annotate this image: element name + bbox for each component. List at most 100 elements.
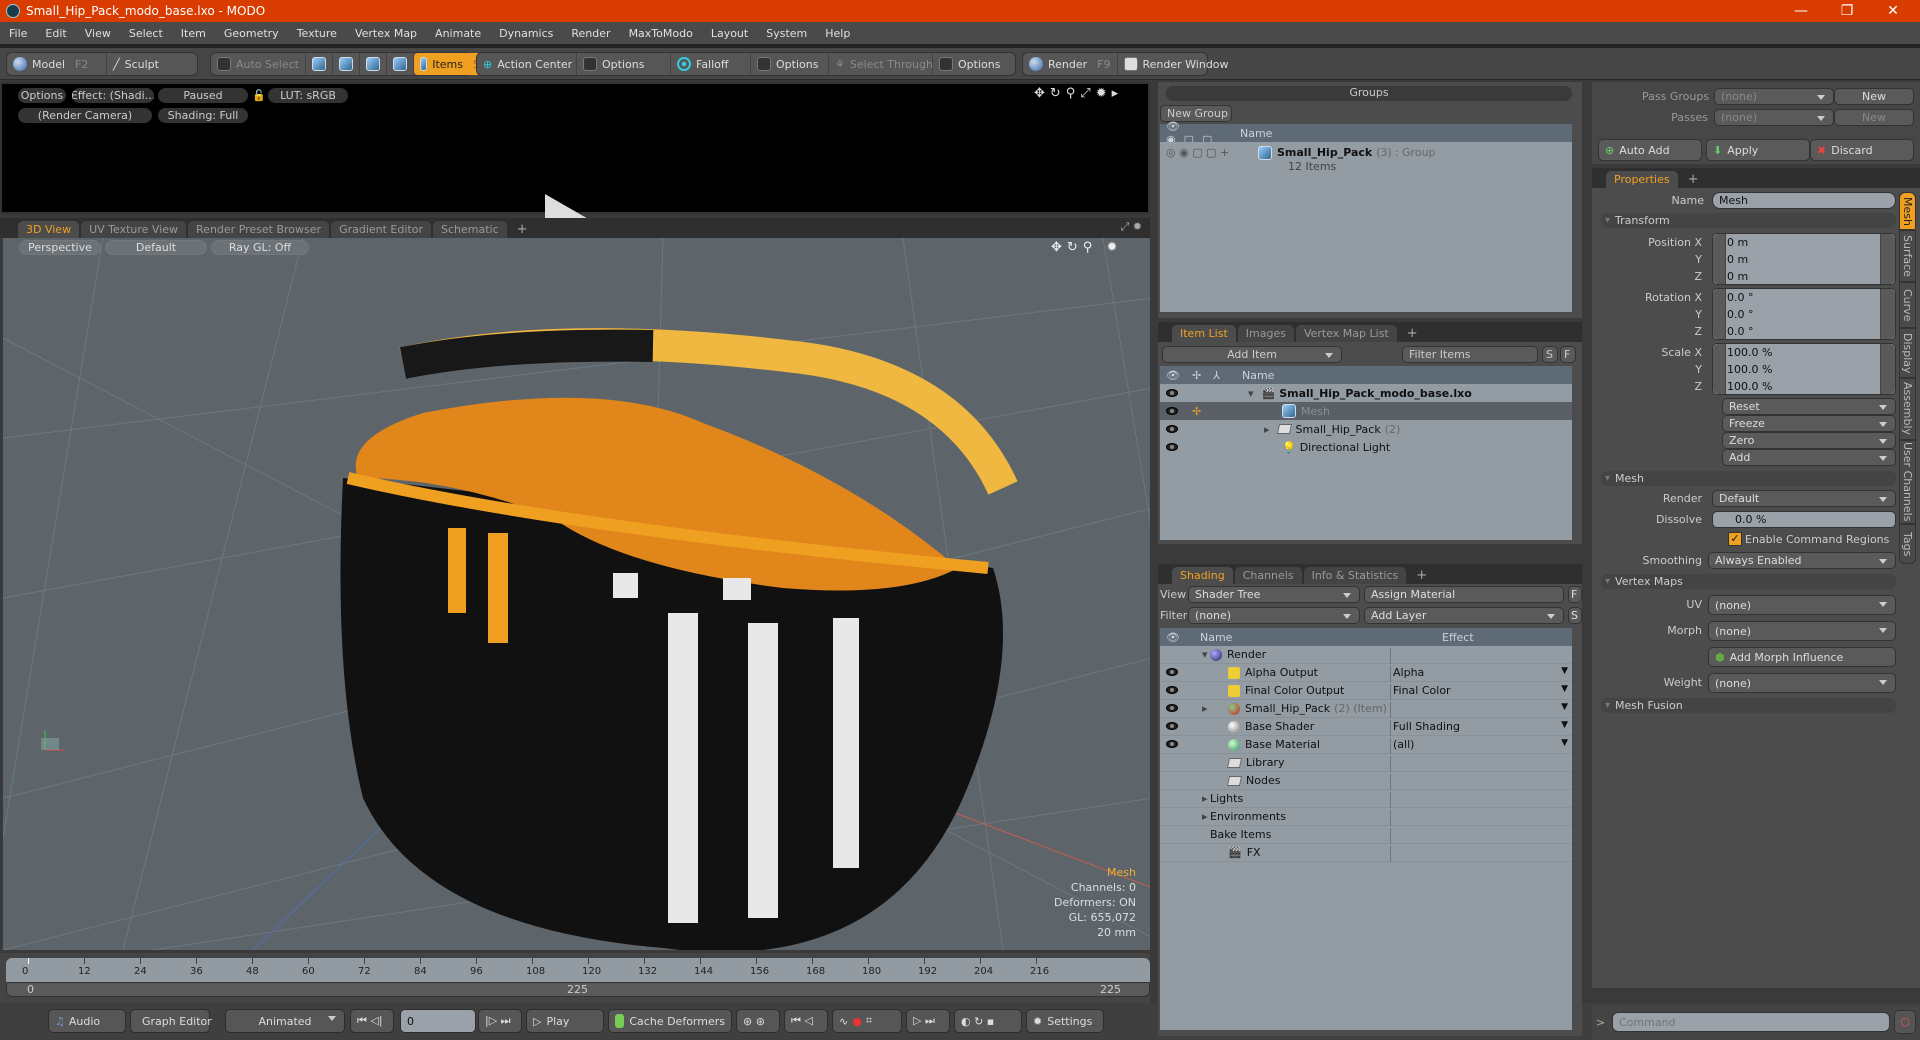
- add-tab-button[interactable]: +: [509, 221, 536, 238]
- expand-icon[interactable]: ▸: [1196, 702, 1228, 715]
- tab-channels[interactable]: Channels: [1234, 567, 1302, 584]
- shading-dropdown[interactable]: Shading: Full: [158, 108, 248, 123]
- freeze-dropdown[interactable]: Freeze: [1722, 415, 1896, 432]
- menu-animate[interactable]: Animate: [426, 27, 490, 40]
- item-row[interactable]: 💡 Directional Light: [1160, 438, 1572, 456]
- action-center-options-button[interactable]: Options: [577, 53, 671, 75]
- side-tab-display[interactable]: Display: [1899, 328, 1916, 378]
- item-row[interactable]: ▾ 🎬 Small_Hip_Pack_modo_base.lxo: [1160, 384, 1572, 402]
- uv-dropdown[interactable]: (none): [1708, 595, 1896, 615]
- group-row[interactable]: ◎ ◉ ▢ ▢ + Small_Hip_Pack (3) : Group: [1160, 142, 1572, 312]
- chevron-down-icon[interactable]: ▼: [1561, 702, 1568, 712]
- menu-view[interactable]: View: [76, 27, 120, 40]
- side-tab-assembly[interactable]: Assembly: [1899, 378, 1916, 440]
- vertices-mode-button[interactable]: [306, 53, 333, 75]
- timeline-ruler[interactable]: 0 12 24 36 48 60 72 84 96 108 120 132 144 156 168 180 19…: [6, 958, 1150, 982]
- expand-icon[interactable]: ▸: [1196, 792, 1210, 805]
- expand-icon[interactable]: ▾: [1196, 648, 1210, 661]
- effect-dropdown[interactable]: Alpha: [1390, 666, 1572, 682]
- filter-items-input[interactable]: Filter Items: [1402, 346, 1538, 363]
- add-tab-button[interactable]: +: [1408, 567, 1435, 584]
- key-buttons[interactable]: ⊛ ⊛: [736, 1009, 780, 1033]
- scale-y-input[interactable]: 100.0 %: [1727, 361, 1772, 378]
- group-row-toggles[interactable]: ◎ ◉ ▢ ▢ +: [1160, 146, 1258, 159]
- visibility-toggle[interactable]: [1160, 738, 1196, 751]
- record-icon[interactable]: ●: [852, 1015, 862, 1028]
- chevron-down-icon[interactable]: ▼: [1561, 720, 1568, 730]
- restore-button[interactable]: ❐: [1824, 0, 1870, 22]
- effect-dropdown[interactable]: (all): [1390, 738, 1572, 754]
- side-tab-user-channels[interactable]: User Channels: [1899, 440, 1916, 524]
- visibility-toggle[interactable]: ✢: [1160, 405, 1242, 418]
- tab-properties[interactable]: Properties: [1606, 171, 1678, 188]
- shader-row[interactable]: ▸ Environments: [1160, 808, 1572, 826]
- shader-row[interactable]: ▸ Lights: [1160, 790, 1572, 808]
- side-tab-mesh[interactable]: Mesh: [1899, 192, 1916, 230]
- chevron-down-icon[interactable]: ▼: [1561, 738, 1568, 748]
- frame-input[interactable]: 0: [400, 1009, 476, 1033]
- tab-3d-view[interactable]: 3D View: [18, 221, 80, 238]
- play-button[interactable]: ▷ Play: [526, 1009, 604, 1033]
- visibility-toggle[interactable]: [1160, 423, 1242, 436]
- menu-dynamics[interactable]: Dynamics: [490, 27, 562, 40]
- weight-dropdown[interactable]: (none): [1708, 673, 1896, 693]
- expand-icon[interactable]: ▸: [1264, 423, 1270, 436]
- sculpt-mode-button[interactable]: ╱ Sculpt: [107, 53, 165, 75]
- effect-dropdown[interactable]: Full Shading: [1390, 720, 1572, 736]
- 3d-viewport[interactable]: Perspective Default Ray GL: Off ✥↻⚲ ✹ Me…: [0, 238, 1150, 950]
- tab-item-list[interactable]: Item List: [1172, 325, 1236, 342]
- visibility-toggle[interactable]: [1160, 702, 1196, 715]
- mesh-fusion-section[interactable]: Mesh Fusion: [1601, 698, 1896, 713]
- view-dropdown[interactable]: Shader Tree: [1188, 586, 1360, 603]
- morph-dropdown[interactable]: (none): [1708, 621, 1896, 641]
- tab-images[interactable]: Images: [1237, 325, 1294, 342]
- position-z-input[interactable]: 0 m: [1727, 268, 1748, 285]
- tab-vertex-map-list[interactable]: Vertex Map List: [1295, 325, 1397, 342]
- polygons-mode-button[interactable]: [360, 53, 387, 75]
- filter-f-button[interactable]: F: [1560, 346, 1576, 363]
- shader-row[interactable]: Nodes: [1160, 772, 1572, 790]
- visibility-toggle[interactable]: [1160, 387, 1242, 400]
- scale-x-input[interactable]: 100.0 %: [1727, 344, 1772, 361]
- audio-button[interactable]: ♫ Audio: [48, 1009, 126, 1033]
- shader-f-button[interactable]: F: [1568, 586, 1582, 603]
- rotation-x-input[interactable]: 0.0 °: [1727, 289, 1754, 306]
- auto-key-buttons[interactable]: ◐ ↻ ▪: [954, 1009, 1022, 1033]
- tab-uv-texture-view[interactable]: UV Texture View: [81, 221, 187, 238]
- position-x-input[interactable]: 0 m: [1727, 234, 1748, 251]
- effect-dropdown[interactable]: [1390, 702, 1572, 718]
- preview-nav-icons[interactable]: ✥↻⚲⤢✹▸: [1034, 86, 1123, 101]
- visibility-toggle[interactable]: [1160, 441, 1242, 454]
- add-transform-dropdown[interactable]: Add: [1722, 449, 1896, 466]
- model-mode-button[interactable]: Model F2: [7, 53, 107, 75]
- cache-deformers-button[interactable]: Cache Deformers: [608, 1009, 732, 1033]
- paused-toggle[interactable]: Paused: [158, 88, 248, 103]
- pass-groups-dropdown[interactable]: (none): [1714, 88, 1834, 105]
- apply-button[interactable]: ⬇ Apply: [1706, 139, 1810, 161]
- projection-dropdown[interactable]: Perspective: [19, 240, 101, 255]
- menu-system[interactable]: System: [757, 27, 816, 40]
- name-input[interactable]: Mesh: [1712, 192, 1896, 209]
- menu-help[interactable]: Help: [816, 27, 859, 40]
- side-tab-surface[interactable]: Surface: [1899, 230, 1916, 282]
- expand-icon[interactable]: ▸: [1196, 810, 1210, 823]
- command-input[interactable]: [1612, 1012, 1890, 1032]
- shader-row[interactable]: ▸ Small_Hip_Pack (2) (Item) ▼: [1160, 700, 1572, 718]
- shader-row[interactable]: Bake Items: [1160, 826, 1572, 844]
- transform-section[interactable]: Transform: [1601, 213, 1896, 228]
- shader-row[interactable]: Base Shader Full Shading ▼: [1160, 718, 1572, 736]
- render-dropdown[interactable]: Default: [1712, 490, 1896, 507]
- new-pass-button[interactable]: New: [1834, 109, 1914, 126]
- falloff-button[interactable]: Falloff: [671, 53, 751, 75]
- camera-dropdown[interactable]: (Render Camera): [18, 108, 152, 123]
- mesh-section[interactable]: Mesh: [1601, 471, 1896, 486]
- next-key2-buttons[interactable]: ▷ ⏭: [906, 1009, 950, 1033]
- smoothing-dropdown[interactable]: Always Enabled: [1708, 552, 1896, 569]
- auto-add-button[interactable]: ⊕ Auto Add: [1598, 139, 1702, 161]
- style-dropdown[interactable]: Default: [105, 240, 207, 255]
- raygl-toggle[interactable]: Ray GL: Off: [211, 240, 309, 255]
- viewport-nav-icons[interactable]: ✥↻⚲ ✹: [1051, 240, 1122, 255]
- effect-dropdown[interactable]: Final Color: [1390, 684, 1572, 700]
- item-row-selected[interactable]: ✢ Mesh: [1160, 402, 1572, 420]
- add-tab-button[interactable]: +: [1399, 325, 1426, 342]
